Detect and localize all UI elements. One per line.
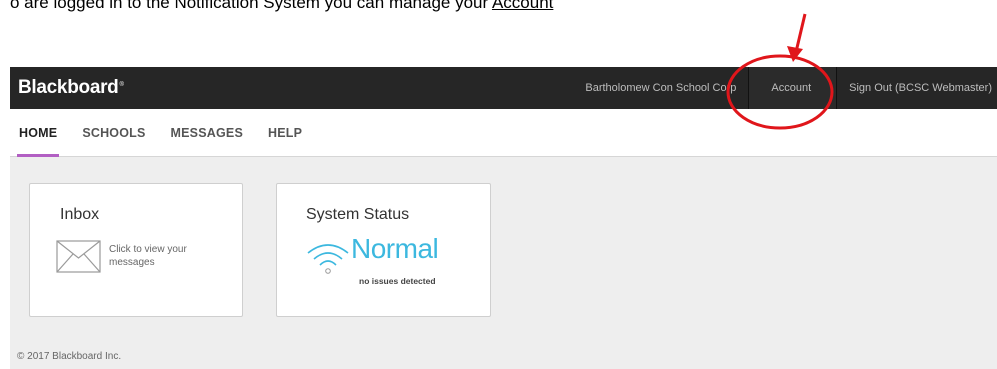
main-nav: HOME SCHOOLS MESSAGES HELP [10,109,997,157]
document-instruction-line: o are logged in to the Notification Syst… [0,0,997,13]
status-subtext: no issues detected [359,276,436,286]
instruction-account-word: Account [491,0,554,12]
annotation-arrow-head [787,46,803,62]
nav-home[interactable]: HOME [16,109,60,157]
institution-link[interactable]: Bartholomew Con School Corp [573,67,748,109]
sign-out-link[interactable]: Sign Out (BCSC Webmaster) [837,67,997,109]
annotation-arrow-shaft [794,13,807,53]
nav-messages[interactable]: MESSAGES [171,109,243,157]
status-value: Normal [351,233,439,264]
instruction-text: o are logged in to the Notification Syst… [10,0,492,12]
blackboard-logo[interactable]: Blackboard® [10,77,124,99]
blackboard-app: Blackboard® Bartholomew Con School Corp … [10,67,997,369]
system-status-title: System Status [306,206,410,223]
top-bar-links: Bartholomew Con School Corp Account Sign… [573,67,997,109]
registered-mark: ® [119,81,124,88]
wifi-icon [307,244,349,274]
account-link[interactable]: Account [748,67,838,109]
inbox-card[interactable]: Inbox Click to view your messages [29,183,243,317]
envelope-icon [56,240,101,273]
system-status-card: System Status Normal no issues detected [276,183,491,317]
nav-help[interactable]: HELP [268,109,302,157]
inbox-title: Inbox [60,206,100,223]
inbox-view-messages-text: Click to view your messages [109,244,187,268]
nav-schools[interactable]: SCHOOLS [82,109,145,157]
top-bar: Blackboard® Bartholomew Con School Corp … [10,67,997,109]
footer-copyright: © 2017 Blackboard Inc. [17,351,122,362]
logo-text: Blackboard [18,77,119,98]
